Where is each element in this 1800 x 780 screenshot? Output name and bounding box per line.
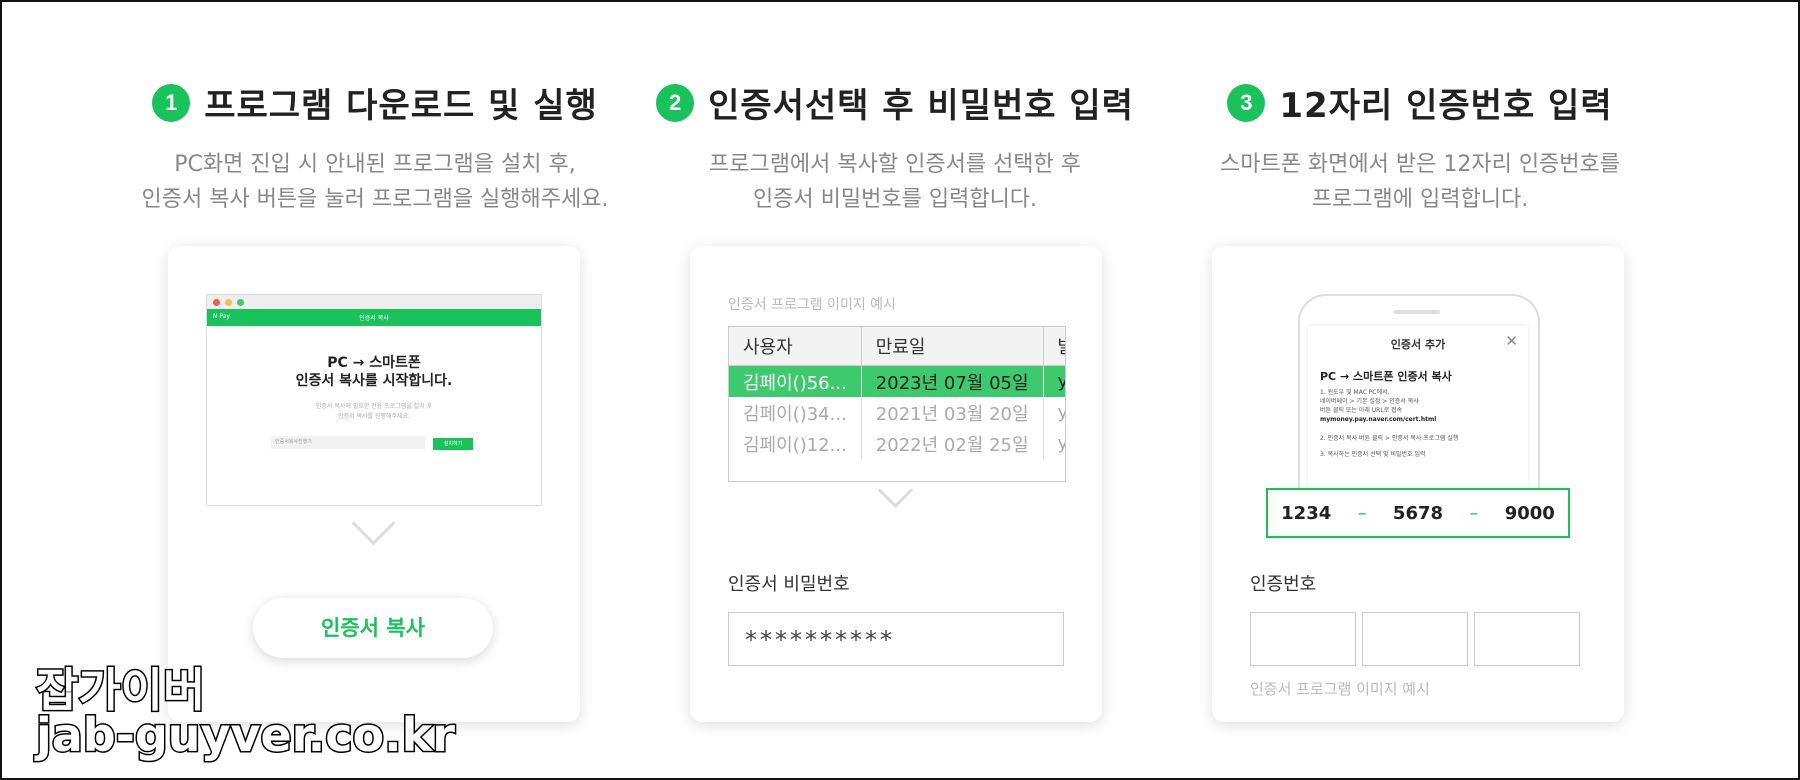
cell-expiry: 2021년 03월 20일 xyxy=(861,397,1044,428)
column-header-user: 사용자 xyxy=(729,327,862,366)
close-icon[interactable]: ✕ xyxy=(1505,332,1518,350)
table-row[interactable]: 김페이()12... 2022년 02월 25일 yes xyxy=(729,428,1065,459)
auth-code-input-3[interactable] xyxy=(1474,612,1580,666)
auth-code-label: 인증번호 xyxy=(1250,574,1317,595)
browser-headline: PC → 스마트폰 인증서 복사를 시작합니다. xyxy=(207,354,541,390)
step-3-description: 스마트폰 화면에서 받은 12자리 인증번호를 프로그램에 입력합니다. xyxy=(1160,147,1680,217)
step-2: 2 인증서선택 후 비밀번호 입력 프로그램에서 복사할 인증서를 선택한 후 … xyxy=(635,78,1155,217)
cell-user: 김페이()56... xyxy=(729,365,862,397)
phone-step-1-line-a: 1. 윈도우 및 MAC PC에서, xyxy=(1320,389,1390,396)
phone-mockup: 인증서 추가 ✕ PC → 스마트폰 인증서 복사 1. 윈도우 및 MAC P… xyxy=(1298,294,1540,496)
auth-code-display: 1234 – 5678 – 9000 xyxy=(1266,488,1570,538)
browser-small-text: 인증서 복사에 필요한 전용 프로그램을 설치 후 인증서 복사를 진행해주세요… xyxy=(207,402,541,422)
phone-screen: 인증서 추가 ✕ PC → 스마트폰 인증서 복사 1. 윈도우 및 MAC P… xyxy=(1308,326,1528,496)
phone-step-1-line-b: 네이버페이 > 기본 설정 > 인증서 복사 xyxy=(1320,398,1419,405)
step-1-description: PC화면 진입 시 안내된 프로그램을 설치 후, 인증서 복사 버튼을 눌러 … xyxy=(115,147,635,217)
step-3-header: 3 12자리 인증번호 입력 xyxy=(1160,78,1680,127)
browser-headline-line-1: PC → 스마트폰 xyxy=(327,355,421,371)
step-1-number-badge: 1 xyxy=(152,83,191,122)
auth-code-input-2[interactable] xyxy=(1362,612,1468,666)
card-program-download: N Pay 인증서 복사 PC → 스마트폰 인증서 복사를 시작합니다. 인증… xyxy=(168,246,580,722)
phone-step-1-url: mymoney.pay.naver.com/cert.html xyxy=(1320,416,1437,423)
phone-screen-heading: PC → 스마트폰 인증서 복사 xyxy=(1320,370,1452,383)
card-auth-code: 인증서 추가 ✕ PC → 스마트폰 인증서 복사 1. 윈도우 및 MAC P… xyxy=(1212,246,1624,722)
auth-code-part-2: 5678 xyxy=(1392,502,1444,524)
step-2-number-badge: 2 xyxy=(656,83,695,122)
step-1: 1 프로그램 다운로드 및 실행 PC화면 진입 시 안내된 프로그램을 설치 … xyxy=(115,78,635,217)
step-3-number-badge: 3 xyxy=(1227,83,1266,122)
auth-code-separator-2: – xyxy=(1469,502,1479,524)
browser-small-line-1: 인증서 복사에 필요한 전용 프로그램을 설치 후 xyxy=(315,403,433,410)
password-label: 인증서 비밀번호 xyxy=(728,574,850,595)
cell-user: 김페이()12... xyxy=(729,428,862,459)
step-2-description: 프로그램에서 복사할 인증서를 선택한 후 인증서 비밀번호를 입력합니다. xyxy=(635,147,1155,217)
card-certificate-select: 인증서 프로그램 이미지 예시 사용자 만료일 발급 김페이()56... 20… xyxy=(690,246,1102,722)
auth-code-part-3: 9000 xyxy=(1504,502,1555,524)
cell-issuer: yes xyxy=(1043,428,1065,459)
cell-expiry: 2022년 02월 25일 xyxy=(861,428,1044,459)
cell-expiry: 2023년 07월 05일 xyxy=(861,365,1044,397)
step-3: 3 12자리 인증번호 입력 스마트폰 화면에서 받은 12자리 인증번호를 프… xyxy=(1160,78,1680,217)
table-row[interactable]: 김페이()56... 2023년 07월 05일 yes xyxy=(729,365,1065,397)
install-button[interactable]: 설치하기 xyxy=(433,438,473,450)
column-header-issuer: 발급 xyxy=(1043,327,1065,366)
browser-small-line-2: 인증서 복사를 진행해주세요. xyxy=(338,413,410,420)
browser-app-title: 인증서 복사 xyxy=(359,315,389,322)
browser-input[interactable]: 인증서복사진행기 xyxy=(271,436,425,449)
browser-app-header: N Pay 인증서 복사 xyxy=(207,309,541,326)
step-3-desc-line-1: 스마트폰 화면에서 받은 12자리 인증번호를 xyxy=(1219,152,1621,177)
certificate-table: 사용자 만료일 발급 김페이()56... 2023년 07월 05일 yes … xyxy=(728,326,1066,482)
phone-step-1: 1. 윈도우 및 MAC PC에서, 네이버페이 > 기본 설정 > 인증서 복… xyxy=(1320,388,1520,424)
watermark-line-2: jab-guyver.co.kr xyxy=(35,707,457,764)
step-2-desc-line-1: 프로그램에서 복사할 인증서를 선택한 후 xyxy=(708,152,1082,177)
auth-code-separator-1: – xyxy=(1357,502,1367,524)
table-header-row: 사용자 만료일 발급 xyxy=(729,327,1065,366)
step-2-title: 인증서선택 후 비밀번호 입력 xyxy=(708,86,1134,126)
phone-step-2: 2. 인증서 복사 버튼 클릭 > 인증서 복사 프로그램 실행 xyxy=(1320,435,1459,442)
cell-issuer: yes xyxy=(1043,397,1065,428)
close-dot-icon xyxy=(213,299,220,306)
cell-user: 김페이()34... xyxy=(729,397,862,428)
phone-screen-title: 인증서 추가 xyxy=(1390,338,1446,351)
step-2-desc-line-2: 인증서 비밀번호를 입력합니다. xyxy=(752,187,1038,212)
auth-code-input-1[interactable] xyxy=(1250,612,1356,666)
phone-step-1-line-c: 버튼 클릭 또는 아래 URL로 접속 xyxy=(1320,407,1403,414)
password-field[interactable]: ********** xyxy=(728,612,1064,666)
step-1-title: 프로그램 다운로드 및 실행 xyxy=(204,86,598,126)
step-3-desc-line-2: 프로그램에 입력합니다. xyxy=(1311,187,1529,212)
program-example-caption: 인증서 프로그램 이미지 예시 xyxy=(1250,680,1430,698)
minimize-dot-icon xyxy=(225,299,232,306)
column-header-expiry: 만료일 xyxy=(861,327,1044,366)
step-1-desc-line-1: PC화면 진입 시 안내된 프로그램을 설치 후, xyxy=(174,152,576,177)
phone-step-3: 3. 복사하는 인증서 선택 및 비밀번호 입력 xyxy=(1320,451,1426,458)
step-1-desc-line-2: 인증서 복사 버튼을 눌러 프로그램을 실행해주세요. xyxy=(141,187,609,212)
maximize-dot-icon xyxy=(237,299,244,306)
step-3-title: 12자리 인증번호 입력 xyxy=(1279,86,1613,126)
auth-code-part-1: 1234 xyxy=(1281,502,1332,524)
table-row[interactable]: 김페이()34... 2021년 03월 20일 yes xyxy=(729,397,1065,428)
browser-titlebar xyxy=(207,295,541,309)
step-2-header: 2 인증서선택 후 비밀번호 입력 xyxy=(635,78,1155,127)
cell-issuer: yes xyxy=(1043,365,1065,397)
chevron-down-icon xyxy=(351,501,396,546)
browser-mockup: N Pay 인증서 복사 PC → 스마트폰 인증서 복사를 시작합니다. 인증… xyxy=(206,294,542,506)
program-example-label: 인증서 프로그램 이미지 예시 xyxy=(728,297,896,313)
phone-speaker xyxy=(1394,310,1440,314)
browser-headline-line-2: 인증서 복사를 시작합니다. xyxy=(295,373,453,389)
copy-certificate-button[interactable]: 인증서 복사 xyxy=(253,598,493,658)
step-1-header: 1 프로그램 다운로드 및 실행 xyxy=(115,78,635,127)
auth-code-inputs xyxy=(1250,612,1580,666)
